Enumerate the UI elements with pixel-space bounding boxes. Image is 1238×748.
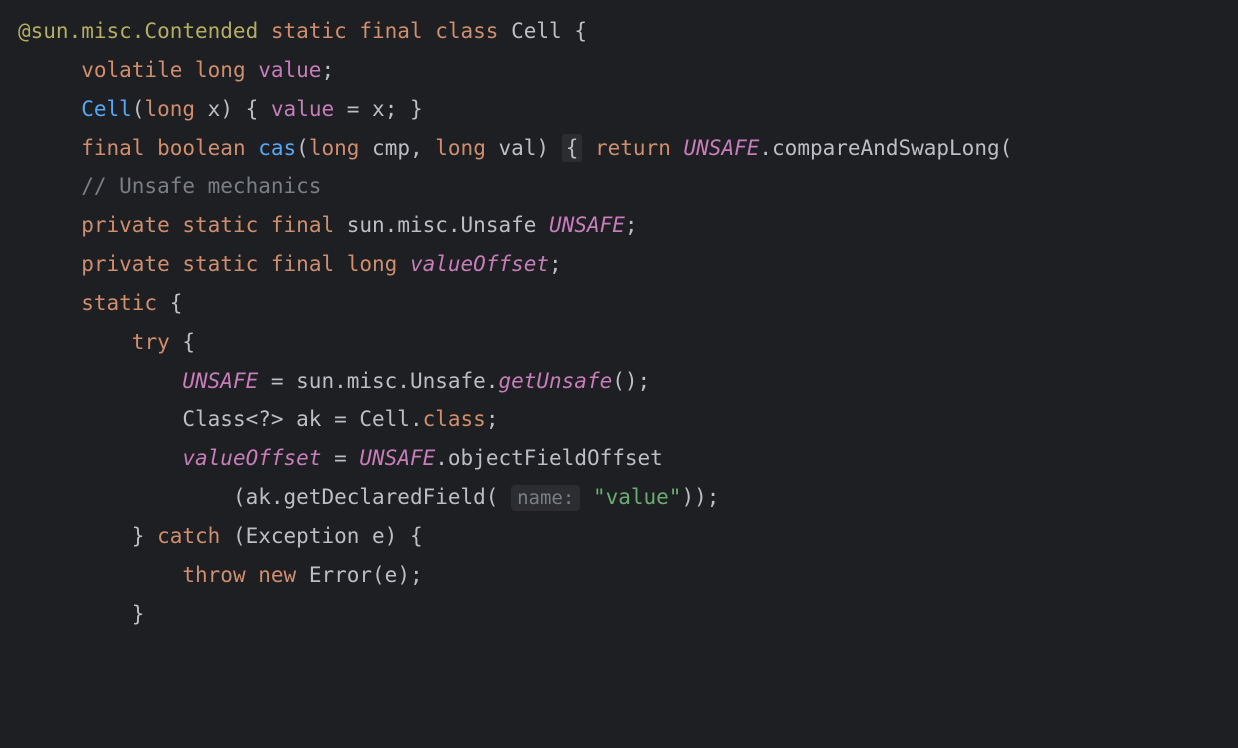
folded-brace: { — [562, 134, 583, 162]
code-line-2: volatile long value; — [18, 51, 1220, 90]
code-line-6: // Unsafe mechanics — [18, 167, 1220, 206]
parameter-hint: name: — [511, 485, 580, 511]
code-line-12: Class<?> ak = Cell.class; — [18, 400, 1220, 439]
code-line-10: try { — [18, 323, 1220, 362]
unsafe-ref: UNSAFE — [671, 136, 760, 160]
code-line-4: final boolean cas(long cmp, long val) { … — [18, 129, 1220, 168]
code-line-13: valueOffset = UNSAFE.objectFieldOffset — [18, 439, 1220, 478]
code-line-1: @sun.misc.Contended static final class C… — [18, 12, 1220, 51]
code-line-9: static { — [18, 284, 1220, 323]
constructor-name: Cell — [81, 97, 132, 121]
code-line-8: private static final long valueOffset; — [18, 245, 1220, 284]
annotation-token: @sun.misc.Contended — [18, 19, 258, 43]
code-line-16: throw new Error(e); — [18, 556, 1220, 595]
code-line-11: UNSAFE = sun.misc.Unsafe.getUnsafe(); — [18, 362, 1220, 401]
string-literal: "value" — [580, 485, 681, 509]
code-line-14: (ak.getDeclaredField( name: "value")); — [18, 478, 1220, 517]
code-editor[interactable]: @sun.misc.Contended static final class C… — [18, 12, 1220, 634]
code-line-7: private static final sun.misc.Unsafe UNS… — [18, 206, 1220, 245]
code-line-15: } catch (Exception e) { — [18, 517, 1220, 556]
code-line-3: Cell(long x) { value = x; } — [18, 90, 1220, 129]
method-cas: cas — [246, 136, 297, 160]
code-line-17: } — [18, 595, 1220, 634]
comment-token: // Unsafe mechanics — [81, 174, 321, 198]
